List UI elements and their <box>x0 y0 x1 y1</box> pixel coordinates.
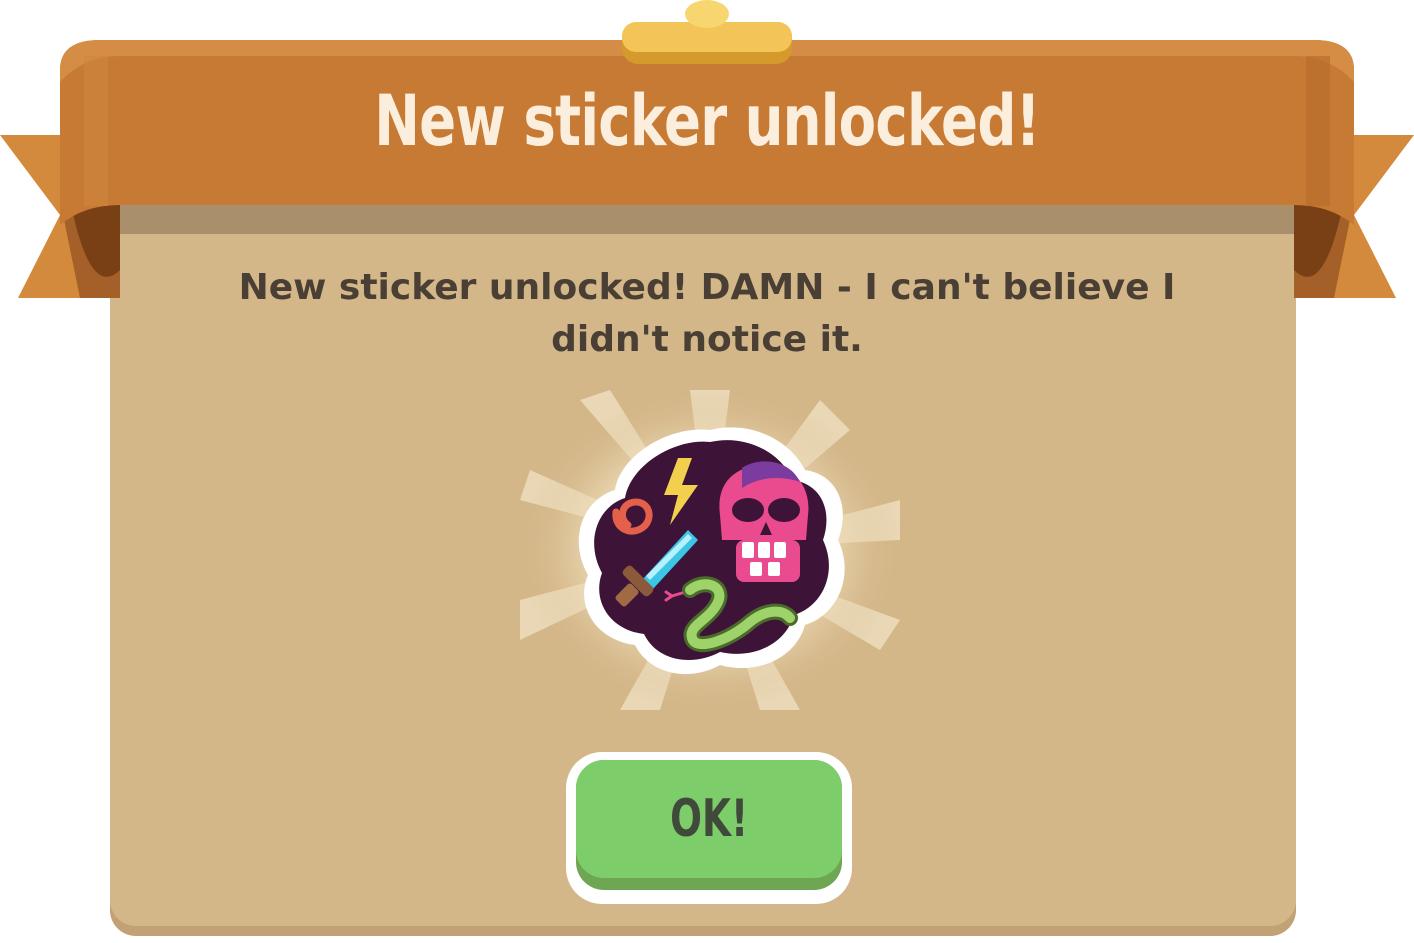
ok-button-face[interactable]: OK! <box>576 760 842 878</box>
ok-button-label: OK! <box>670 789 748 849</box>
dialog-title: New sticker unlocked! <box>374 80 1040 162</box>
sticker-graphic <box>520 390 900 710</box>
message-line-1: New sticker unlocked! DAMN - I can't bel… <box>238 267 1176 308</box>
message-line-2: didn't notice it. <box>551 319 863 360</box>
sticker-reward <box>520 390 900 710</box>
dialog-message: New sticker unlocked! DAMN - I can't bel… <box>200 262 1214 366</box>
sticker-unlocked-dialog: New sticker unlocked! New sticker unlock… <box>0 0 1414 943</box>
ok-button[interactable]: OK! <box>566 752 852 904</box>
